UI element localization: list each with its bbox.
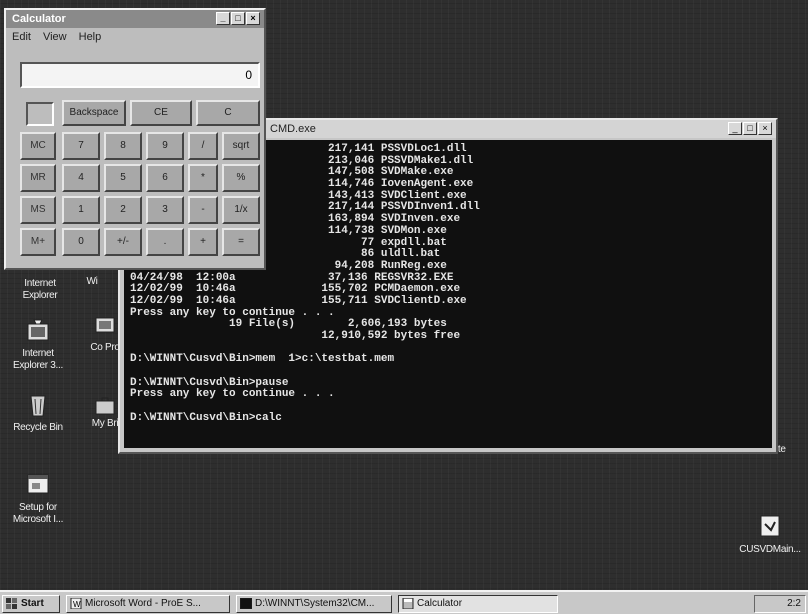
console-line: D:\WINNT\Cusvd\Bin>mem 1>c:\testbat.mem	[130, 353, 395, 366]
close-button[interactable]: ×	[246, 12, 260, 25]
calc-key[interactable]: 0	[62, 228, 100, 256]
memory-indicator	[26, 102, 54, 126]
calc-key[interactable]: 5	[104, 164, 142, 192]
desktop-icon-label: My Bri	[91, 418, 119, 429]
calculator-display: 0	[20, 62, 260, 88]
calc-key[interactable]: M+	[20, 228, 56, 256]
task-microsoft-word[interactable]: W Microsoft Word - ProE S...	[66, 595, 230, 613]
calculator-menubar: Edit View Help	[6, 28, 264, 46]
menu-help[interactable]: Help	[79, 28, 102, 46]
clear-entry-button[interactable]: CE	[130, 100, 192, 126]
task-label: Microsoft Word - ProE S...	[85, 598, 201, 609]
calc-key[interactable]: 4	[62, 164, 100, 192]
task-label: Calculator	[417, 598, 463, 609]
computer-icon	[95, 317, 115, 333]
minimize-button[interactable]: _	[216, 12, 230, 25]
console-icon	[240, 598, 252, 609]
desktop-icon-recycle-bin[interactable]: Recycle Bin	[6, 390, 70, 434]
internet-explorer-icon	[27, 319, 49, 341]
console-line: Press any key to continue . . .	[130, 388, 335, 401]
calc-key[interactable]: 1	[62, 196, 100, 224]
calculator-window[interactable]: Calculator _ □ × Edit View Help 0 Backsp…	[4, 8, 266, 270]
system-tray: 2:2	[754, 595, 806, 613]
task-calculator[interactable]: Calculator	[398, 595, 558, 613]
desktop-icon-internet-explorer-3[interactable]: Internet Explorer 3...	[6, 316, 70, 372]
desktop-icon-label: Setup for Microsoft I...	[12, 502, 64, 525]
desktop-icon-label: Wi	[86, 276, 98, 287]
calc-key[interactable]: MS	[20, 196, 56, 224]
calculator-icon	[402, 598, 414, 609]
calc-key[interactable]: 3	[146, 196, 184, 224]
calc-key[interactable]: MR	[20, 164, 56, 192]
briefcase-icon	[95, 397, 115, 415]
console-line: D:\WINNT\Cusvd\Bin>calc	[130, 411, 282, 424]
calc-key[interactable]: +	[188, 228, 218, 256]
setup-icon	[27, 474, 49, 494]
svg-text:W: W	[73, 600, 81, 609]
windows-logo-icon	[6, 598, 17, 609]
calculator-window-controls: _ □ ×	[216, 12, 260, 25]
clock[interactable]: 2:2	[787, 598, 801, 609]
calc-key[interactable]: %	[222, 164, 260, 192]
close-button[interactable]: ×	[758, 122, 772, 135]
calc-key[interactable]: *	[188, 164, 218, 192]
calc-key[interactable]: =	[222, 228, 260, 256]
desktop-icon-my-briefcase[interactable]: My Bri	[88, 396, 122, 430]
desktop-icon-label: CUSVDMain...	[739, 544, 801, 555]
desktop-icon-cusvdmain[interactable]: CUSVDMain...	[734, 512, 806, 556]
calc-key[interactable]: -	[188, 196, 218, 224]
backspace-button[interactable]: Backspace	[62, 100, 126, 126]
desktop-icon-co[interactable]: Co Pro	[88, 316, 122, 354]
maximize-button[interactable]: □	[743, 122, 757, 135]
calc-key[interactable]: 2	[104, 196, 142, 224]
calc-key[interactable]: 1/x	[222, 196, 260, 224]
calc-key[interactable]: 9	[146, 132, 184, 160]
cmd-title: CMD.exe	[270, 123, 316, 135]
calc-key[interactable]: sqrt	[222, 132, 260, 160]
calc-key[interactable]: /	[188, 132, 218, 160]
desktop-icon-label: Co Pro	[90, 342, 120, 353]
desktop-icon-label: Internet Explorer	[22, 278, 58, 301]
calculator-titlebar[interactable]: Calculator _ □ ×	[6, 10, 264, 28]
desktop-icon-wi[interactable]: Wi	[72, 276, 112, 288]
desktop-icon-internet-explorer[interactable]: Internet Explorer	[8, 278, 72, 302]
task-cmd[interactable]: D:\WINNT\System32\CM...	[236, 595, 392, 613]
desktop-icon-label: Internet Explorer 3...	[12, 348, 63, 371]
calc-key[interactable]: 6	[146, 164, 184, 192]
calc-key[interactable]: MC	[20, 132, 56, 160]
maximize-button[interactable]: □	[231, 12, 245, 25]
menu-view[interactable]: View	[43, 28, 67, 46]
shortcut-icon	[760, 515, 780, 537]
cmd-window-controls: _ □ ×	[728, 122, 772, 135]
desktop-icon-label: Recycle Bin	[13, 422, 63, 433]
calc-key[interactable]: 7	[62, 132, 100, 160]
clear-button[interactable]: C	[196, 100, 260, 126]
start-label: Start	[21, 598, 44, 609]
minimize-button[interactable]: _	[728, 122, 742, 135]
desktop-icon-setup-microsoft[interactable]: Setup for Microsoft I...	[6, 470, 70, 526]
menu-edit[interactable]: Edit	[12, 28, 31, 46]
start-button[interactable]: Start	[2, 595, 60, 613]
taskbar: Start W Microsoft Word - ProE S... D:\WI…	[0, 590, 808, 614]
calc-key[interactable]: 8	[104, 132, 142, 160]
recycle-bin-icon	[30, 395, 46, 417]
calc-key[interactable]: .	[146, 228, 184, 256]
task-label: D:\WINNT\System32\CM...	[255, 598, 375, 609]
console-line: 12,910,592 bytes free	[130, 330, 461, 342]
desktop: Internet Explorer Internet Explorer 3...…	[0, 0, 808, 590]
word-document-icon: W	[70, 598, 82, 609]
calculator-title: Calculator	[12, 13, 66, 25]
calc-key[interactable]: +/-	[104, 228, 142, 256]
console-line: 12/02/99 10:46a 155,711 SVDClientD.exe	[130, 294, 467, 307]
